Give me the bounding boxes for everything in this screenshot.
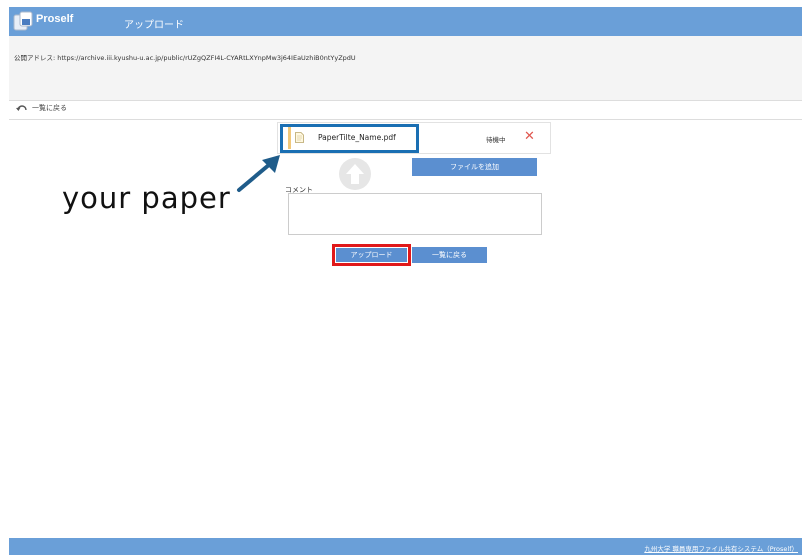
return-arrow-icon — [16, 104, 27, 111]
add-file-button[interactable]: ファイルを追加 — [412, 158, 537, 176]
app-window: Proself アップロード 公開アドレス: https://archive.i… — [9, 7, 802, 555]
annotation-arrow-icon — [237, 155, 280, 192]
cloud-upload-icon — [339, 158, 371, 190]
public-address-text: 公開アドレス: https://archive.iii.kyushu-u.ac.… — [14, 54, 356, 62]
comment-textarea[interactable] — [288, 193, 542, 235]
upload-button-label: アップロード — [336, 248, 407, 262]
annotation-your-paper: your paper — [62, 181, 231, 215]
back-to-list-link[interactable]: 一覧に戻る — [16, 103, 67, 113]
app-logo-text: Proself — [36, 13, 74, 25]
file-status: 待機中 — [486, 136, 506, 144]
back-to-list-button[interactable]: 一覧に戻る — [412, 247, 487, 263]
divider — [9, 119, 802, 120]
page-title: アップロード — [124, 20, 184, 31]
footer-bar: 九州大学 職員専用ファイル共有システム（Proself） — [9, 538, 802, 555]
top-bar: Proself アップロード — [9, 7, 802, 36]
highlight-box-file — [280, 124, 419, 153]
remove-file-icon[interactable]: ✕ — [524, 129, 535, 144]
footer-system-link[interactable]: 九州大学 職員専用ファイル共有システム（Proself） — [644, 543, 798, 553]
proself-logo-icon — [13, 11, 33, 31]
upload-button[interactable]: アップロード — [332, 244, 411, 266]
back-to-list-label: 一覧に戻る — [32, 104, 67, 112]
public-address-bar: 公開アドレス: https://archive.iii.kyushu-u.ac.… — [9, 36, 802, 101]
